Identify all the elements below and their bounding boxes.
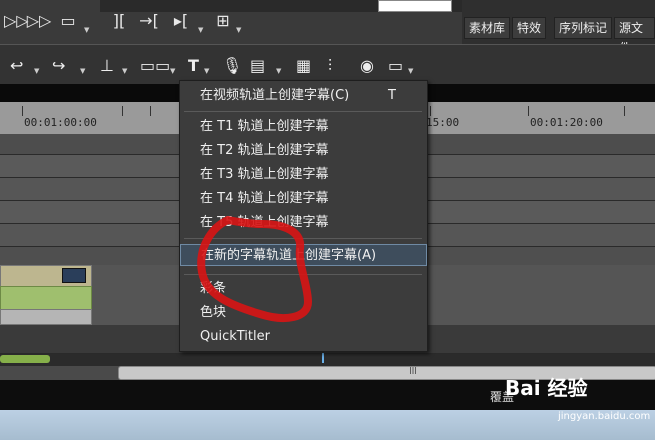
ruler-label: 15:00: [426, 116, 460, 129]
fast-forward-icon[interactable]: ▷▷: [26, 10, 52, 32]
ruler-tick: [430, 106, 431, 116]
chevron-down-icon[interactable]: ▼: [122, 67, 127, 75]
ripple-icon[interactable]: ⊥: [100, 55, 114, 77]
split-icon[interactable]: ▸[: [170, 10, 192, 32]
mark-in-icon[interactable]: ][: [108, 10, 130, 32]
menu-item-label: 在 T2 轨道上创建字幕: [200, 143, 329, 158]
tab-sequence-markers[interactable]: 序列标记: [554, 17, 613, 39]
play-reverse-icon[interactable]: ▷▷: [4, 10, 29, 32]
menu-item-label: 在 T3 轨道上创建字幕: [200, 167, 329, 182]
chevron-down-icon[interactable]: ▼: [170, 67, 175, 75]
ruler-tick: [528, 106, 529, 116]
clip-thumbnail: [62, 268, 86, 283]
menu-item-label: 在 T4 轨道上创建字幕: [200, 191, 329, 206]
menu-item-create-title-t3[interactable]: 在 T3 轨道上创建字幕: [180, 164, 427, 186]
microphone-icon[interactable]: 🎙: [222, 55, 242, 77]
ruler-tick: [150, 106, 151, 116]
taskbar: [0, 410, 655, 440]
preview-box: [378, 0, 452, 12]
redo-icon[interactable]: ↪: [52, 55, 65, 77]
menu-item-shortcut: T: [388, 88, 396, 103]
tab-bin[interactable]: 素材库: [464, 17, 511, 39]
tab-source-files[interactable]: 源文件: [614, 17, 655, 55]
menu-separator: [184, 111, 422, 112]
menu-item-label: 在视频轨道上创建字幕(C): [200, 88, 350, 103]
ruler-tick: [122, 106, 123, 116]
chevron-down-icon[interactable]: ▼: [84, 26, 89, 34]
title-icon[interactable]: T: [188, 55, 199, 77]
match-frame-icon[interactable]: ⊞: [214, 10, 232, 32]
undo-icon[interactable]: ↩: [10, 55, 23, 77]
ruler-label: 00:01:00:00: [24, 116, 97, 129]
window-icon[interactable]: ▭: [388, 55, 403, 77]
render-bar: [0, 355, 50, 363]
ruler-label: 00:01:20:00: [530, 116, 603, 129]
ruler-tick: [624, 106, 625, 116]
menu-item-create-title-t4[interactable]: 在 T4 轨道上创建字幕: [180, 188, 427, 210]
link-icon[interactable]: ▭▭: [140, 55, 170, 77]
chevron-down-icon[interactable]: ▼: [276, 67, 281, 75]
scroll-grip-icon[interactable]: lll: [408, 367, 418, 377]
chevron-down-icon[interactable]: ▼: [80, 67, 85, 75]
mixer-icon[interactable]: ▤: [250, 55, 265, 77]
subtitle-icon[interactable]: ▭: [58, 10, 78, 32]
chevron-down-icon[interactable]: ▼: [198, 26, 203, 34]
tab-effects[interactable]: 特效: [512, 17, 547, 39]
menu-item-label: 在 T1 轨道上创建字幕: [200, 119, 329, 134]
ruler-tick: [22, 106, 23, 116]
color-icon[interactable]: ◉: [360, 55, 374, 77]
menu-item-create-title-t1[interactable]: 在 T1 轨道上创建字幕: [180, 116, 427, 138]
menu-item-create-title-t2[interactable]: 在 T2 轨道上创建字幕: [180, 140, 427, 162]
chevron-down-icon[interactable]: ▼: [236, 26, 241, 34]
audio-clip[interactable]: [0, 309, 92, 325]
playhead-marker[interactable]: [322, 353, 324, 363]
audio-clip[interactable]: [0, 286, 92, 310]
grid-icon[interactable]: ▦: [296, 55, 311, 77]
mark-out-icon[interactable]: →[: [138, 10, 160, 32]
menu-item-create-title-on-video-track[interactable]: 在视频轨道上创建字幕(C) T: [180, 85, 427, 107]
chevron-down-icon[interactable]: ▼: [34, 67, 39, 75]
asset-panel: 素材库 特效 序列标记 源文件: [462, 0, 655, 55]
audio-mixer-icon[interactable]: ⫶: [328, 55, 332, 77]
annotation-circle: [197, 216, 312, 322]
chevron-down-icon[interactable]: ▼: [408, 67, 413, 75]
chevron-down-icon[interactable]: ▼: [204, 67, 209, 75]
watermark-url: jingyan.baidu.com: [558, 411, 651, 422]
timeline-toolbar: ↩ ▼ ↪ ▼ ⊥ ▼ ▭▭ ▼ T ▼ 🎙 ▤ ▼ ▦ ⫶ ◉ ▭ ▼: [0, 44, 655, 85]
watermark-logo: Bai 经验: [505, 376, 588, 400]
